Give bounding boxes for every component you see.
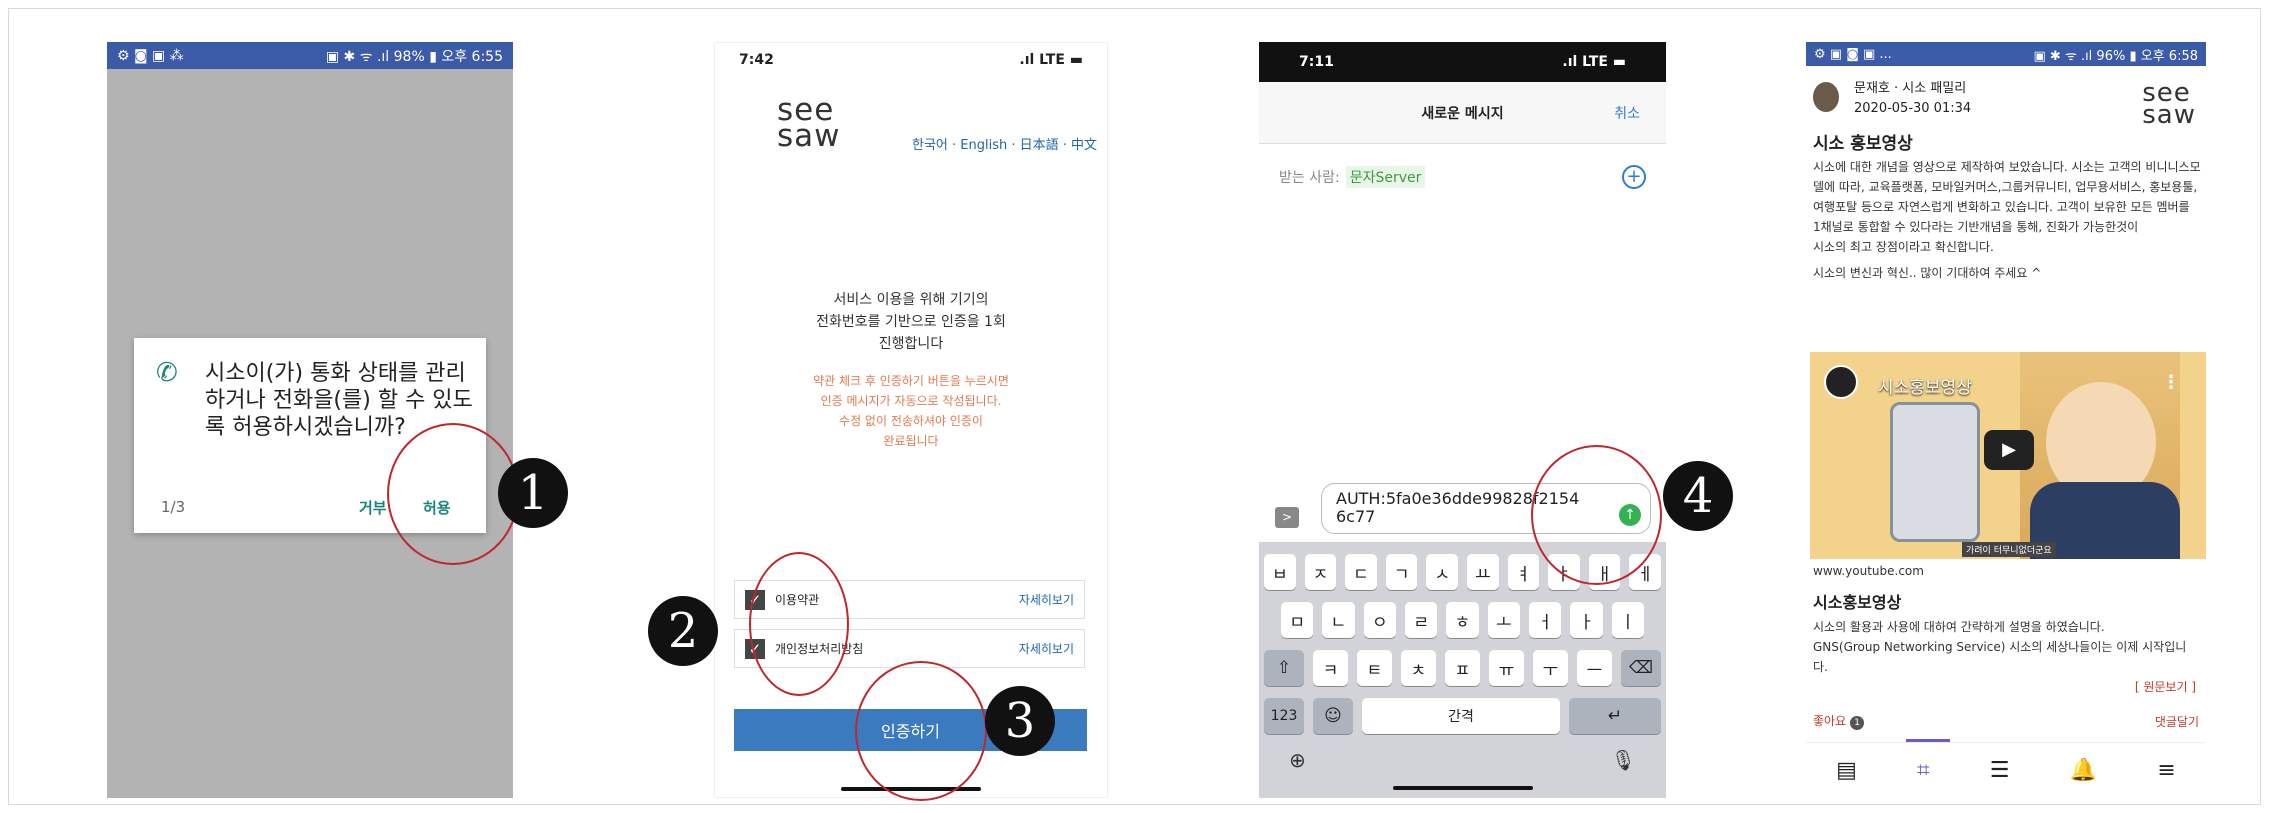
post-author: 문재호 · 시소 패밀리 2020-05-30 01:34 bbox=[1854, 81, 1972, 116]
status-bar: 7:11 .ıl LTE ▬ bbox=[1259, 42, 1666, 82]
key[interactable]: ㅍ bbox=[1445, 650, 1480, 686]
link-url[interactable]: www.youtube.com bbox=[1813, 564, 1924, 578]
key[interactable]: ㄹ bbox=[1404, 602, 1438, 638]
key[interactable]: ㅎ bbox=[1446, 602, 1479, 638]
key[interactable]: ㅁ bbox=[1281, 602, 1314, 638]
deny-button[interactable]: 거부 bbox=[359, 497, 387, 518]
status-bar: 7:42 .ıl LTE ▬ bbox=[715, 43, 1107, 77]
like-button[interactable]: 좋아요 1 bbox=[1813, 712, 1865, 730]
more-vert-icon[interactable]: ⋮ bbox=[2162, 372, 2180, 393]
key[interactable]: ㄴ bbox=[1322, 602, 1355, 638]
status-bar: ⚙ ◙ ▣ ⁂ ▣ ✱ ᯤ .ıl 98% ▮ 오후 6:55 bbox=[107, 42, 513, 69]
status-icons-left: ⚙ ▣ ◙ ▣ ... bbox=[1814, 46, 1892, 62]
space-key[interactable]: 간격 bbox=[1362, 698, 1560, 734]
status-bar: ⚙ ▣ ◙ ▣ ... ▣ ✱ ᯤ .ıl 96% ▮ 오후 6:58 bbox=[1806, 42, 2206, 66]
post-body: 시소에 대한 개념을 영상으로 제작하여 보았습니다. 시소는 고객의 비니니스… bbox=[1813, 160, 2201, 280]
key[interactable]: ㅈ bbox=[1304, 554, 1337, 590]
avatar[interactable] bbox=[1813, 82, 1839, 112]
phone-icon: ✆ bbox=[156, 358, 178, 388]
key[interactable]: ㅋ bbox=[1313, 650, 1348, 686]
key[interactable]: ㅡ bbox=[1577, 650, 1612, 686]
step-badge: 2 bbox=[648, 596, 718, 666]
step-badge: 4 bbox=[1663, 461, 1733, 531]
video-caption: 가려이 터무니없더군요 bbox=[1962, 542, 2056, 557]
signal-icons: .ıl LTE ▬ bbox=[1019, 52, 1083, 68]
view-original-link[interactable]: [ 원문보기 ] bbox=[2135, 678, 2196, 695]
frame-icon[interactable]: ⌗ bbox=[1917, 758, 1929, 783]
highlight-circle bbox=[749, 552, 849, 696]
comment-button[interactable]: 댓글달기 bbox=[2155, 713, 2199, 730]
key[interactable]: ㅏ bbox=[1570, 602, 1603, 638]
like-count-badge: 1 bbox=[1850, 716, 1865, 730]
key[interactable]: ㅊ bbox=[1401, 650, 1436, 686]
menu-icon[interactable]: ≡ bbox=[2157, 758, 2175, 783]
signal-icons: .ıl LTE ▬ bbox=[1562, 54, 1626, 70]
key[interactable]: ㅣ bbox=[1611, 602, 1644, 638]
message-header: 새로운 메시지 취소 bbox=[1259, 82, 1666, 144]
key[interactable]: ㅂ bbox=[1264, 554, 1296, 590]
auth-info-text: 서비스 이용을 위해 기기의 전화번호를 기반으로 인증을 1회 진행합니다 bbox=[816, 292, 1006, 352]
video-thumbnail[interactable]: 시소홍보영상 ⋮ ▶ 가려이 터무니없더군요 bbox=[1810, 352, 2206, 559]
status-icons-left: ⚙ ◙ ▣ ⁂ bbox=[117, 47, 184, 64]
apps-expand-icon[interactable]: > bbox=[1275, 507, 1299, 528]
key[interactable]: ㅜ bbox=[1533, 650, 1568, 686]
play-button-icon[interactable]: ▶ bbox=[1984, 430, 2034, 470]
key[interactable]: ㅓ bbox=[1528, 602, 1562, 638]
key[interactable]: ㅇ bbox=[1363, 602, 1396, 638]
key[interactable]: ㅕ bbox=[1507, 554, 1540, 590]
status-icons-right: ▣ ✱ ᯤ .ıl 96% ▮ 오후 6:58 bbox=[2033, 48, 2199, 64]
key[interactable]: ㅅ bbox=[1426, 554, 1458, 590]
step-badge: 1 bbox=[498, 458, 568, 528]
post-actions: 좋아요 1 댓글달기 bbox=[1806, 709, 2206, 733]
key[interactable]: ㄱ bbox=[1385, 554, 1418, 590]
add-recipient-icon[interactable]: + bbox=[1622, 165, 1646, 189]
link-title[interactable]: 시소홍보영상 bbox=[1813, 589, 1901, 613]
seesaw-logo: see saw bbox=[2142, 78, 2196, 130]
seesaw-logo: see saw bbox=[777, 92, 841, 154]
cancel-button[interactable]: 취소 bbox=[1614, 103, 1640, 123]
link-description: 시소의 활용과 사용에 대하여 간략하게 설명을 하였습니다. GNS(Grou… bbox=[1813, 620, 2187, 674]
recipient-chip[interactable]: 문자Server bbox=[1345, 166, 1426, 188]
key[interactable]: ㅗ bbox=[1487, 602, 1520, 638]
recipient-label: 받는 사람: bbox=[1279, 170, 1340, 186]
backspace-key-icon[interactable]: ⌫ bbox=[1621, 650, 1661, 686]
home-indicator bbox=[1393, 786, 1533, 790]
emoji-key-icon[interactable]: ☺ bbox=[1313, 698, 1353, 734]
bottom-navigation: ▤ ⌗ ☰ 🔔 ≡ bbox=[1806, 742, 2206, 798]
language-selector[interactable]: 한국어 · English · 日本語 · 中文 bbox=[912, 134, 1097, 153]
server-icon[interactable]: ☰ bbox=[1990, 758, 2010, 783]
newspaper-icon[interactable]: ▤ bbox=[1836, 758, 1857, 783]
phone-feed-screen: ⚙ ▣ ◙ ▣ ... ▣ ✱ ᯤ .ıl 96% ▮ 오후 6:58 문재호 … bbox=[1806, 42, 2206, 798]
globe-icon[interactable]: ⊕ bbox=[1289, 748, 1306, 772]
microphone-icon[interactable]: 🎙 bbox=[1611, 748, 1636, 772]
auth-warning-text: 약관 체크 후 인증하기 버튼을 누르시면 인증 메시지가 자동으로 작성됩니다… bbox=[813, 374, 1009, 448]
phone-permission-screen: ⚙ ◙ ▣ ⁂ ▣ ✱ ᯤ .ıl 98% ▮ 오후 6:55 ✆ 시소이(가)… bbox=[107, 42, 513, 798]
video-title: 시소홍보영상 bbox=[1878, 378, 1972, 398]
key[interactable]: ㄷ bbox=[1345, 554, 1377, 590]
key[interactable]: ㅌ bbox=[1357, 650, 1392, 686]
step-badge: 3 bbox=[985, 686, 1055, 756]
privacy-more-link[interactable]: 자세히보기 bbox=[1019, 640, 1074, 657]
shift-key-icon[interactable]: ⇧ bbox=[1264, 650, 1304, 686]
phone-message-screen: 7:11 .ıl LTE ▬ 새로운 메시지 취소 받는 사람: 문자Serve… bbox=[1259, 42, 1666, 798]
highlight-circle bbox=[1531, 445, 1662, 585]
recipient-row[interactable]: 받는 사람: 문자Server + bbox=[1259, 165, 1666, 189]
terms-more-link[interactable]: 자세히보기 bbox=[1019, 591, 1074, 608]
key[interactable]: ㅠ bbox=[1489, 650, 1524, 686]
return-key-icon[interactable]: ↵ bbox=[1569, 698, 1661, 734]
highlight-circle bbox=[855, 661, 987, 801]
channel-avatar[interactable] bbox=[1824, 365, 1858, 399]
dialog-page-counter: 1/3 bbox=[161, 498, 186, 516]
key[interactable]: ㅛ bbox=[1466, 554, 1499, 590]
clock: 7:42 bbox=[739, 52, 774, 68]
numbers-key[interactable]: 123 bbox=[1264, 698, 1304, 734]
clock: 7:11 bbox=[1299, 54, 1334, 70]
bell-icon[interactable]: 🔔 bbox=[2070, 758, 2097, 783]
message-title: 새로운 메시지 bbox=[1421, 105, 1504, 122]
status-icons-right: ▣ ✱ ᯤ .ıl 98% ▮ 오후 6:55 bbox=[325, 48, 503, 65]
post-title: 시소 홍보영상 bbox=[1813, 134, 1913, 154]
